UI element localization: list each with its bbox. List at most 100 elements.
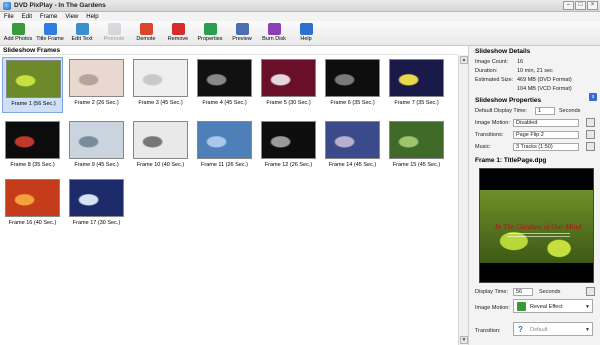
transitions-field[interactable]: Page Flip 2 (513, 131, 579, 139)
frame-thumbnail[interactable]: Frame 17 (30 Sec.) (66, 177, 127, 233)
frame-caption: Frame 10 (40 Sec.) (136, 162, 185, 168)
edit-text-icon (75, 23, 89, 35)
remove-button[interactable]: Remove (162, 21, 194, 45)
details-title: Slideshow Details (475, 48, 531, 55)
properties-icon (203, 23, 217, 35)
frame-thumbnail[interactable]: Frame 15 (45 Sec.) (386, 119, 447, 175)
estimated-size-vcd: 104 MB (VCD Format) (517, 86, 572, 92)
maximize-button[interactable]: □ (575, 1, 586, 10)
scroll-down-arrow[interactable]: ▼ (460, 336, 468, 344)
frame-image (389, 59, 444, 97)
promote-button[interactable]: Promote (98, 21, 130, 45)
frame-caption: Frame 6 (35 Sec.) (330, 100, 375, 106)
frame-image (5, 121, 60, 159)
frame-transition-label: Transition: (475, 328, 501, 334)
frame-image-motion-value: Reveal Effect (530, 304, 563, 310)
remove-icon (171, 23, 185, 35)
frame-transition-select[interactable]: ? Default ▼ (513, 322, 593, 336)
title-frame-icon (43, 23, 57, 35)
frame-image (69, 59, 124, 97)
frame-image (389, 121, 444, 159)
frame-image (197, 59, 252, 97)
default-display-input[interactable]: 1 (535, 107, 555, 115)
reveal-effect-icon (517, 302, 526, 311)
burn-disk-icon (267, 23, 281, 35)
frame-thumbnail[interactable]: Frame 10 (40 Sec.) (130, 119, 191, 175)
frame-image-motion-select[interactable]: Reveal Effect ▼ (513, 299, 593, 313)
frame-image (261, 121, 316, 159)
menu-frame[interactable]: Frame (40, 14, 57, 20)
frame-caption: Frame 15 (45 Sec.) (392, 162, 441, 168)
window-title: DVD PixPlay - In The Gardens (14, 2, 106, 9)
image-motion-settings-button[interactable] (586, 118, 595, 127)
frame-image (261, 59, 316, 97)
frame-image (325, 121, 380, 159)
scroll-up-arrow[interactable]: ▲ (460, 56, 468, 64)
right-panel: Slideshow Details Image Count: 16 Durati… (468, 46, 600, 345)
image-motion-field[interactable]: Disabled (513, 119, 579, 127)
frame-thumbnail[interactable]: Frame 11 (26 Sec.) (194, 119, 255, 175)
frame-thumbnail[interactable]: Frame 12 (26 Sec.) (258, 119, 319, 175)
frame-image-motion-label: Image Motion: (475, 305, 510, 311)
properties-title: Slideshow Properties (475, 97, 542, 104)
chevron-down-icon: ▼ (585, 304, 590, 310)
title-frame-button[interactable]: Title Frame (34, 21, 66, 45)
image-count-value: 16 (517, 59, 524, 65)
chevron-down-icon: ▼ (585, 327, 590, 333)
frame-thumbnail[interactable]: Frame 2 (26 Sec.) (66, 57, 127, 113)
frame-thumbnail[interactable]: Frame 3 (45 Sec.) (130, 57, 191, 113)
frame-thumbnail[interactable]: Frame 8 (35 Sec.) (2, 119, 63, 175)
frame-preview: In The Gardens of Our Mind (479, 168, 594, 283)
music-label: Music: (475, 144, 491, 150)
minimize-button[interactable]: – (563, 1, 574, 10)
frame-image (69, 179, 124, 217)
close-button[interactable]: × (587, 1, 598, 10)
properties-help-icon[interactable]: s (589, 93, 597, 101)
default-display-seconds: Seconds (559, 108, 581, 114)
menu-file[interactable]: File (4, 14, 14, 20)
music-settings-button[interactable] (586, 142, 595, 151)
estimated-size-dvd: 469 MB (DVD Format) (517, 77, 572, 83)
transitions-settings-button[interactable] (586, 130, 595, 139)
estimated-size-label: Estimated Size: (475, 77, 514, 83)
frame-thumbnail[interactable]: Frame 6 (35 Sec.) (322, 57, 383, 113)
edit-frame-button[interactable] (586, 287, 595, 296)
preview-icon (235, 23, 249, 35)
promote-icon (107, 23, 121, 35)
display-time-input[interactable]: 56 (513, 288, 533, 296)
frames-scrollbar[interactable]: ▲ ▼ (458, 55, 468, 345)
menu-edit[interactable]: Edit (22, 14, 32, 20)
frame-thumbnail[interactable]: Frame 14 (45 Sec.) (322, 119, 383, 175)
frame-thumbnail[interactable]: Frame 9 (45 Sec.) (66, 119, 127, 175)
frame-thumbnail[interactable]: Frame 4 (45 Sec.) (194, 57, 255, 113)
edit-text-button[interactable]: Edit Text (66, 21, 98, 45)
menu-help[interactable]: Help (86, 14, 98, 20)
frame-image (5, 179, 60, 217)
frame-caption: Frame 5 (30 Sec.) (266, 100, 311, 106)
help-button[interactable]: Help (290, 21, 322, 45)
menu-bar: File Edit Frame View Help (0, 12, 600, 21)
frame-caption: Frame 4 (45 Sec.) (202, 100, 247, 106)
frame-image (6, 60, 61, 98)
preview-button[interactable]: Preview (226, 21, 258, 45)
frame-thumbnail[interactable]: Frame 16 (40 Sec.) (2, 177, 63, 233)
menu-view[interactable]: View (65, 14, 78, 20)
properties-button[interactable]: Properties (194, 21, 226, 45)
add-photos-icon (11, 23, 25, 35)
burn-disk-button[interactable]: Burn Disk (258, 21, 290, 45)
frame-thumbnail[interactable]: Frame 7 (35 Sec.) (386, 57, 447, 113)
frame-image (133, 121, 188, 159)
frame-thumbnail[interactable]: Frame 5 (30 Sec.) (258, 57, 319, 113)
preview-text-line (508, 236, 570, 237)
preview-text-line (508, 233, 570, 234)
frame-caption: Frame 14 (45 Sec.) (328, 162, 377, 168)
frames-grid: Frame 1 (56 Sec.) Frame 2 (26 Sec.) Frame … (0, 55, 458, 345)
frame-thumbnail[interactable]: Frame 1 (56 Sec.) (2, 57, 63, 113)
frame-caption: Frame 1 (56 Sec.) (11, 101, 56, 107)
title-bar: DVD PixPlay - In The Gardens – □ × (0, 0, 600, 12)
window-controls: – □ × (563, 1, 598, 10)
frame-caption: Frame 8 (35 Sec.) (10, 162, 55, 168)
add-photos-button[interactable]: Add Photos (2, 21, 34, 45)
music-field[interactable]: 3 Tracks (1:50) (513, 143, 579, 151)
demote-button[interactable]: Demote (130, 21, 162, 45)
